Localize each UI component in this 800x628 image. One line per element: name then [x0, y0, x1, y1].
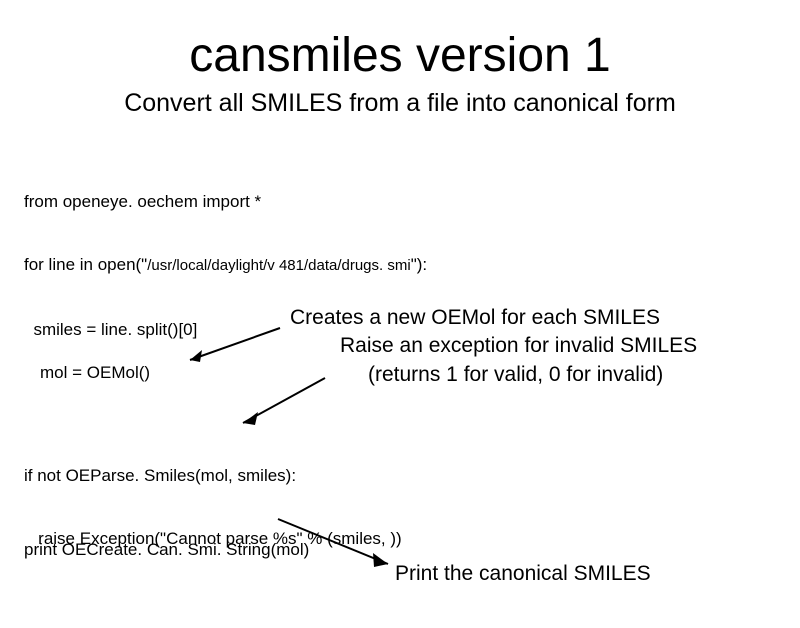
- annotation-text: Print the canonical SMILES: [395, 562, 651, 586]
- annotation-text: (returns 1 for valid, 0 for invalid): [290, 361, 697, 389]
- code-block-print: print OECreate. Can. Smi. String(mol): [24, 496, 309, 581]
- code-line: print OECreate. Can. Smi. String(mol): [24, 539, 309, 560]
- code-line: mol = OEMol(): [40, 363, 150, 383]
- code-line: from openeye. oechem import *: [24, 191, 800, 212]
- slide-subtitle: Convert all SMILES from a file into cano…: [0, 89, 800, 118]
- annotation-text: Raise an exception for invalid SMILES: [290, 332, 697, 360]
- arrow-icon: [180, 328, 290, 368]
- code-line: for line in open("/usr/local/daylight/v …: [24, 254, 800, 276]
- annotation-group: Creates a new OEMol for each SMILES Rais…: [290, 304, 697, 389]
- arrow-icon: [235, 378, 335, 433]
- code-line: if not OEParse. Smiles(mol, smiles):: [24, 465, 402, 486]
- arrow-icon: [270, 519, 400, 574]
- slide-title: cansmiles version 1: [0, 28, 800, 83]
- annotation-text: Creates a new OEMol for each SMILES: [290, 304, 697, 332]
